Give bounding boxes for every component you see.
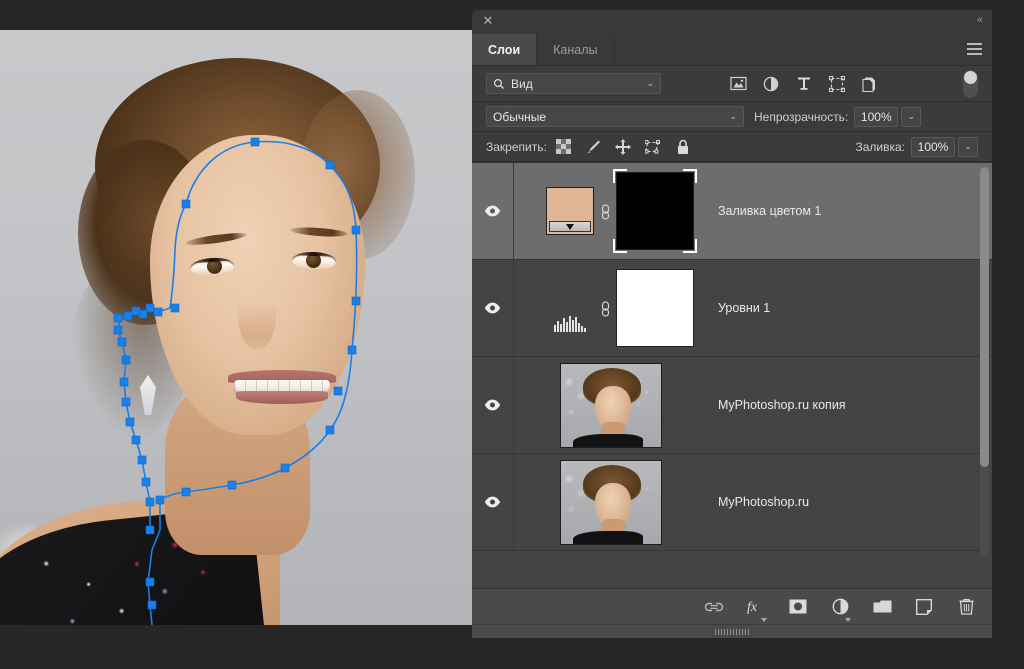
layer-visibility-toggle[interactable] [472,357,514,453]
blend-mode-select[interactable]: Обычные ⌄ [486,106,744,127]
tabbar-filler [615,34,993,65]
photoshop-window: ✕ « Слои Каналы Вид ⌄ [0,0,1024,669]
layer-visibility-toggle[interactable] [472,163,514,259]
blend-mode-row: Обычные ⌄ Непрозрачность: 100% ⌄ [472,102,992,132]
layer-thumbnails [546,269,694,347]
layers-list[interactable]: Заливка цветом 1 [472,162,992,588]
add-layer-mask-icon[interactable] [788,597,808,617]
mask-selection-corner [613,239,627,253]
table-row[interactable]: MyPhotoshop.ru копия [472,357,992,454]
mask-link-icon[interactable] [594,203,616,220]
layer-thumbnails [560,363,662,448]
new-group-icon[interactable] [872,597,892,617]
eyelash-right [292,251,336,257]
layer-image-thumbnail[interactable] [560,363,662,448]
shape-layer-filter-icon[interactable] [828,75,846,93]
panel-resize-grip[interactable] [472,624,992,638]
caret-icon [845,618,851,622]
fill-input[interactable]: 100% [911,137,955,157]
document-canvas[interactable] [0,0,480,669]
lock-transparency-icon[interactable] [555,138,572,155]
close-icon[interactable]: ✕ [482,15,494,27]
chevron-down-icon: ⌄ [646,78,654,89]
panel-tabbar: Слои Каналы [472,34,992,66]
opacity-label: Непрозрачность: [754,110,848,124]
layer-name[interactable]: Уровни 1 [718,301,770,315]
filter-kind-select[interactable]: Вид ⌄ [486,73,661,94]
lock-position-icon[interactable] [615,138,632,155]
lock-image-icon[interactable] [585,138,602,155]
layer-mask-thumbnail[interactable] [616,269,694,347]
link-layers-icon[interactable] [704,597,724,617]
smart-object-filter-icon[interactable] [861,75,879,93]
mask-selection-corner [683,239,697,253]
scrollbar-thumb[interactable] [980,167,989,467]
lock-row: Закрепить: [472,132,992,162]
filter-kind-value: Вид [511,77,533,91]
table-row[interactable]: Уровни 1 [472,260,992,357]
svg-text:fx: fx [747,600,758,615]
filter-row: Вид ⌄ [472,66,992,102]
adjustment-layer-filter-icon[interactable] [762,75,780,93]
filter-enable-toggle[interactable] [963,70,978,98]
blend-mode-value: Обычные [493,110,546,124]
new-layer-icon[interactable] [914,597,934,617]
table-row[interactable]: Заливка цветом 1 [472,163,992,260]
layer-visibility-toggle[interactable] [472,454,514,550]
layer-image-thumbnail[interactable] [560,460,662,545]
fill-dropdown-icon[interactable]: ⌄ [958,137,978,157]
layers-scrollbar[interactable] [980,167,989,556]
delete-layer-icon[interactable] [956,597,976,617]
layer-thumbnails [560,460,662,545]
chevron-down-icon: ⌄ [729,111,737,122]
fill-gradient-slider [549,221,591,232]
layer-visibility-toggle[interactable] [472,260,514,356]
caret-icon [761,618,767,622]
opacity-dropdown-icon[interactable]: ⌄ [901,107,921,127]
mouth-region [228,370,336,404]
layers-panel-toolbar: fx [472,588,992,624]
tab-channels[interactable]: Каналы [537,34,614,65]
panel-titlebar: ✕ « [472,10,992,34]
layer-thumbnails [546,172,694,250]
color-fill-thumbnail[interactable] [546,187,594,235]
mask-selection-corner [613,169,627,183]
nose-region [238,280,276,350]
lower-lip [236,391,328,404]
table-row[interactable]: MyPhotoshop.ru [472,454,992,551]
lock-options [555,138,692,155]
layer-name[interactable]: MyPhotoshop.ru копия [718,398,846,412]
levels-histogram-thumbnail[interactable] [546,284,594,332]
new-adjustment-layer-icon[interactable] [830,597,850,617]
search-icon [493,78,505,90]
collapse-panel-icon[interactable]: « [977,14,982,26]
fill-label: Заливка: [855,140,905,154]
layer-style-fx-icon[interactable]: fx [746,597,766,617]
layers-panel: ✕ « Слои Каналы Вид ⌄ [472,10,992,638]
layer-mask-thumbnail[interactable] [616,172,694,250]
filter-type-icons [729,75,879,93]
tab-layers[interactable]: Слои [472,34,537,65]
photo-image [0,30,480,625]
panel-menu-icon[interactable] [967,43,982,56]
opacity-input[interactable]: 100% [854,107,898,127]
type-layer-filter-icon[interactable] [795,75,813,93]
layer-name[interactable]: Заливка цветом 1 [718,204,821,218]
lock-artboard-icon[interactable] [645,138,662,155]
mask-selection-corner [683,169,697,183]
mask-link-icon[interactable] [594,300,616,317]
lock-label: Закрепить: [486,140,547,154]
pixel-layer-filter-icon[interactable] [729,75,747,93]
lock-all-icon[interactable] [675,138,692,155]
layer-name[interactable]: MyPhotoshop.ru [718,495,809,509]
